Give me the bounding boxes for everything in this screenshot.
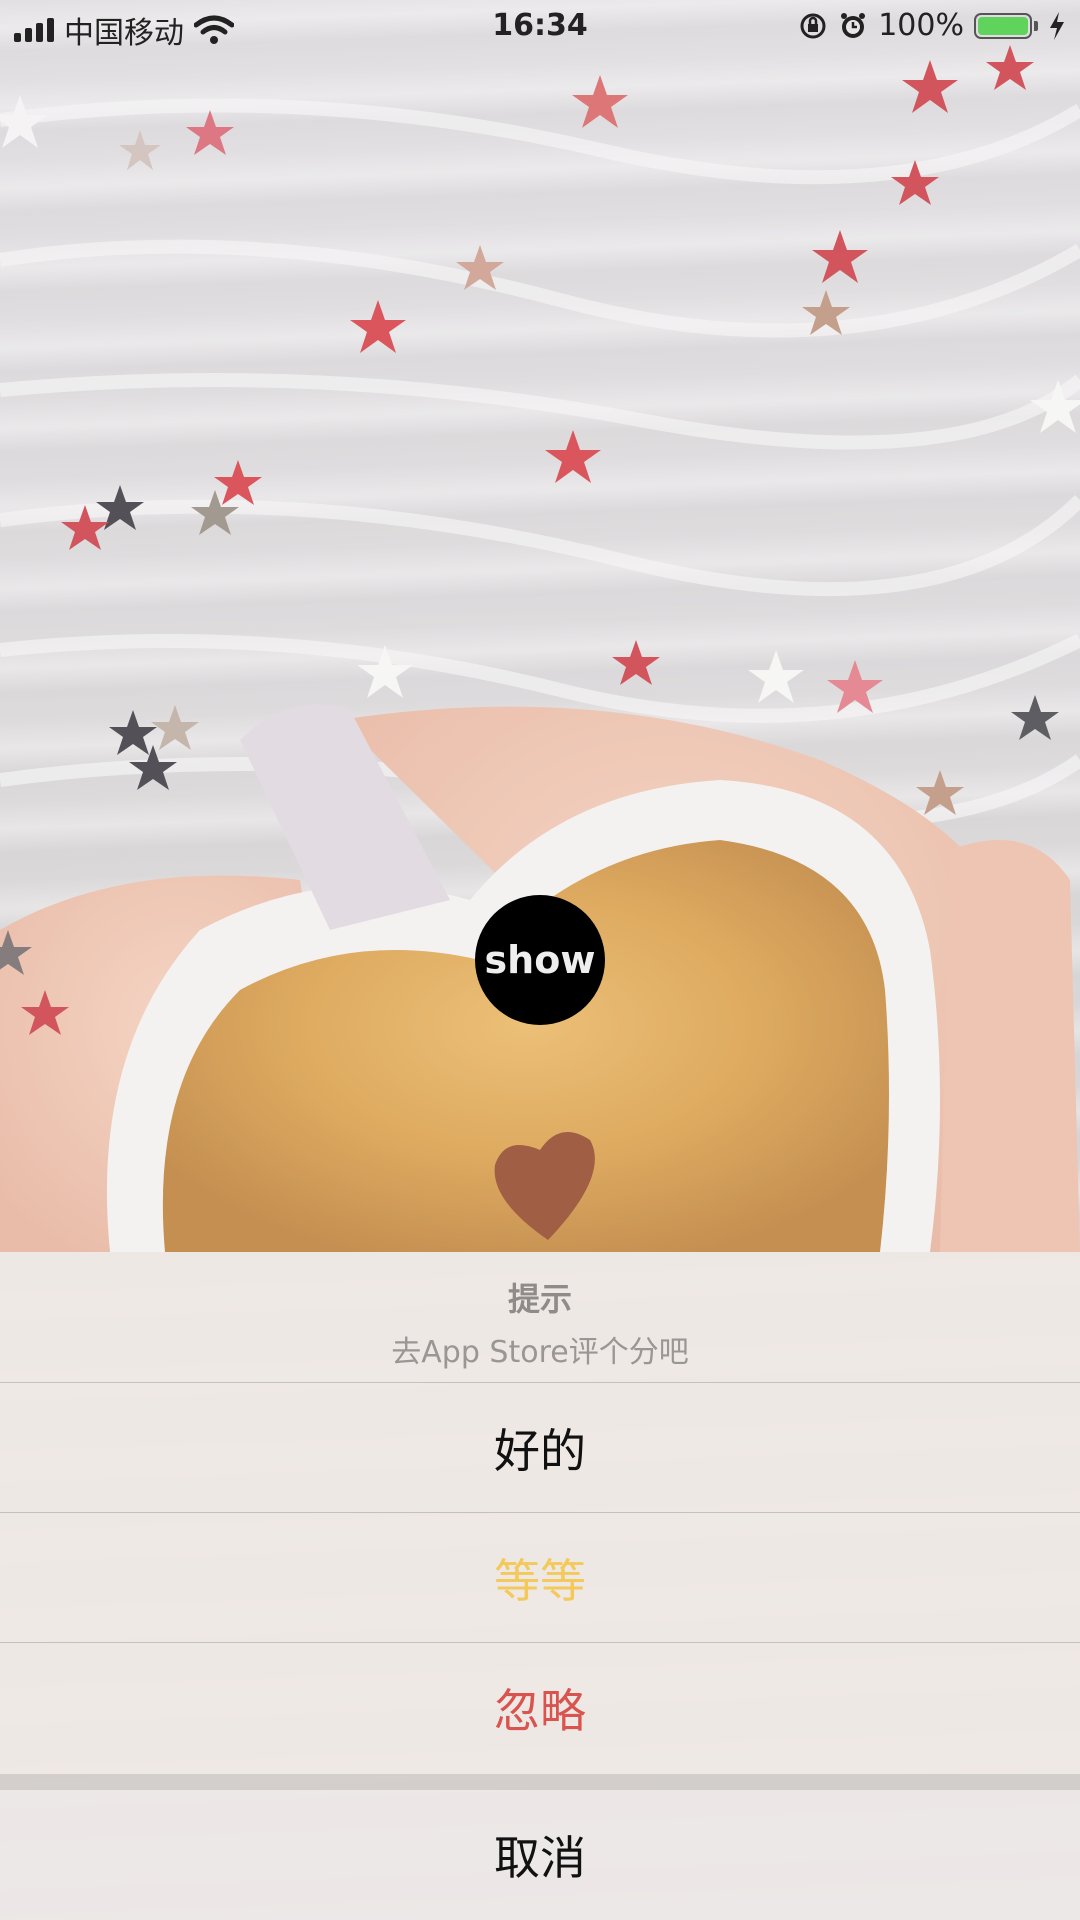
battery-icon xyxy=(974,12,1038,39)
action-sheet-separator xyxy=(0,1774,1080,1790)
ok-button[interactable]: 好的 xyxy=(0,1382,1080,1512)
status-right: 100% xyxy=(798,8,1066,43)
battery-percent: 100% xyxy=(878,8,964,43)
battery-fill xyxy=(978,16,1028,35)
action-sheet-message: 去App Store评个分吧 xyxy=(391,1335,689,1370)
cancel-button[interactable]: 取消 xyxy=(0,1790,1080,1920)
action-sheet-group: 提示 去App Store评个分吧 好的 等等 忽略 xyxy=(0,1252,1080,1774)
charging-icon xyxy=(1050,11,1064,40)
action-sheet: 提示 去App Store评个分吧 好的 等等 忽略 取消 xyxy=(0,1252,1080,1920)
battery-cap xyxy=(1034,20,1038,31)
action-sheet-header: 提示 去App Store评个分吧 xyxy=(0,1252,1080,1382)
alarm-icon xyxy=(841,12,866,38)
status-bar: 中国移动 16:34 100% xyxy=(0,0,1080,54)
ignore-button[interactable]: 忽略 xyxy=(0,1642,1080,1772)
battery-body xyxy=(974,12,1032,39)
screen: 中国移动 16:34 100% show 提示 去App Store评个分吧 好… xyxy=(0,0,1080,1920)
orientation-lock-icon xyxy=(800,13,826,38)
action-sheet-title: 提示 xyxy=(507,1280,572,1318)
show-button[interactable]: show xyxy=(475,895,605,1025)
wait-button[interactable]: 等等 xyxy=(0,1512,1080,1642)
